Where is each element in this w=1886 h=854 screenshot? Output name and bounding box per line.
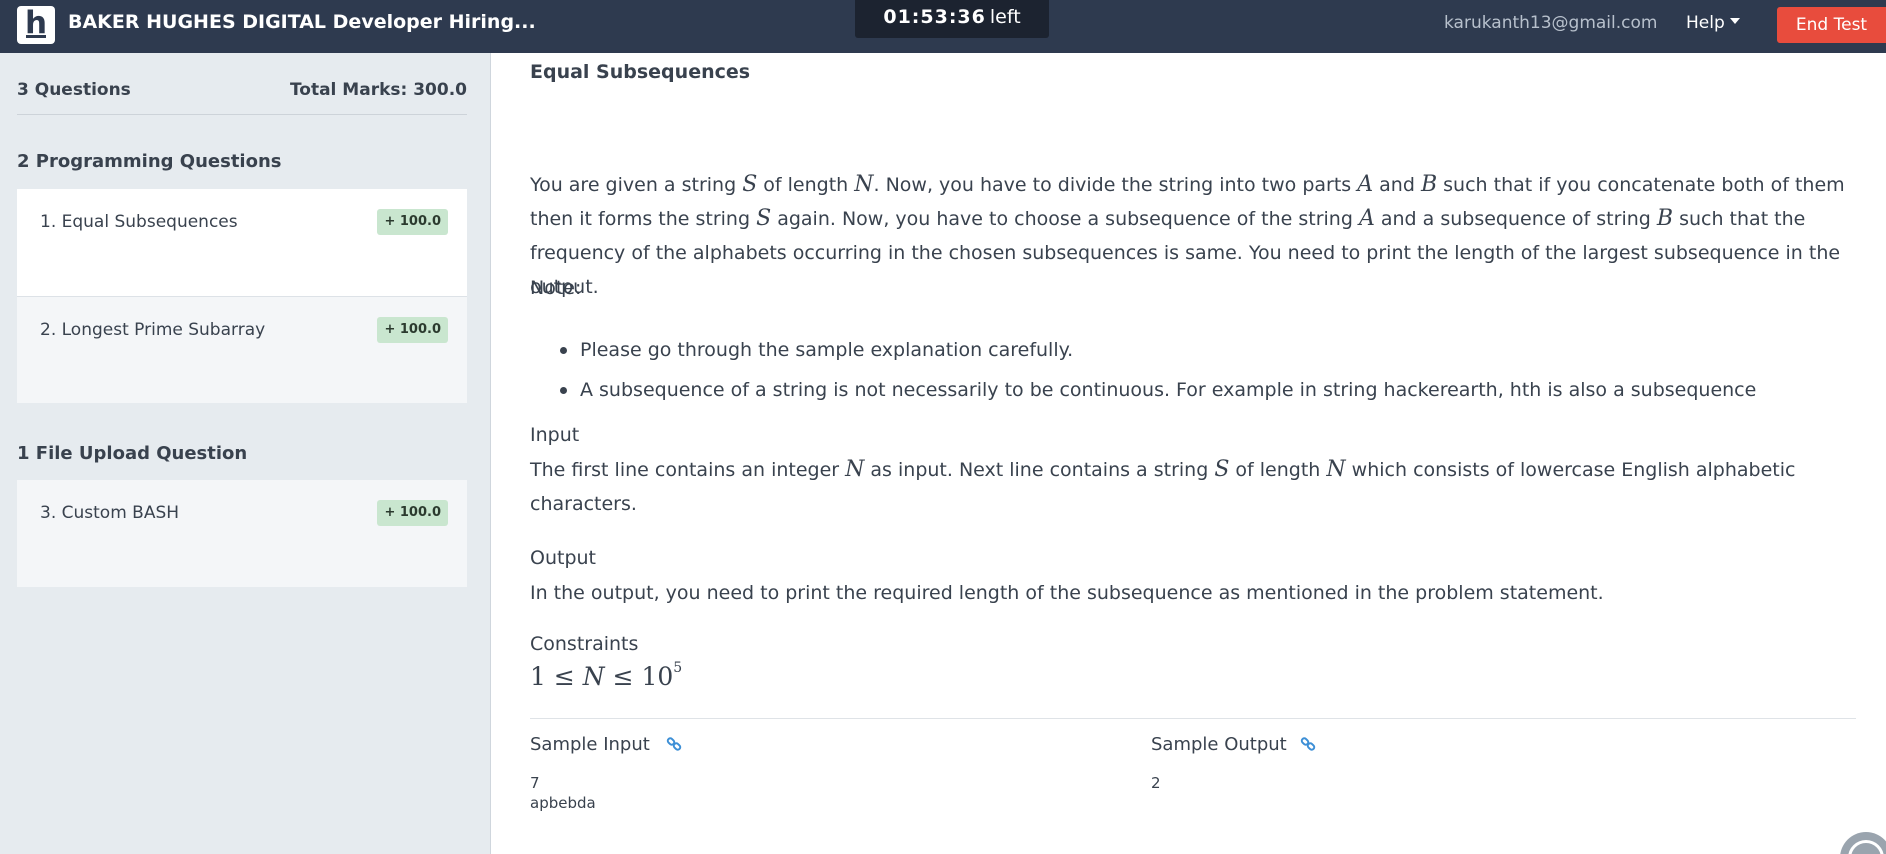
input-description: The first line contains an integer N as … bbox=[530, 457, 1796, 515]
question-count: 3 Questions bbox=[17, 80, 131, 100]
end-test-button[interactable]: End Test bbox=[1777, 7, 1886, 43]
problem-panel: Equal Subsequences You are given a strin… bbox=[492, 53, 1886, 854]
bullet-dot bbox=[560, 387, 567, 394]
chat-ring bbox=[1848, 840, 1884, 854]
list-item: A subsequence of a string is not necessa… bbox=[530, 370, 1850, 410]
problem-title: Equal Subsequences bbox=[530, 61, 751, 83]
list-item: Please go through the sample explanation… bbox=[530, 330, 1850, 370]
note-heading: Note: bbox=[530, 277, 582, 299]
total-marks: Total Marks: 300.0 bbox=[289, 80, 467, 100]
link-icon[interactable] bbox=[665, 735, 683, 753]
sidebar-item-equal-subsequences[interactable]: 1. Equal Subsequences + 100.0 bbox=[17, 189, 467, 296]
marks-badge: + 100.0 bbox=[377, 209, 448, 235]
question-label: 3. Custom BASH bbox=[40, 503, 180, 523]
question-label: 2. Longest Prime Subarray bbox=[40, 320, 266, 340]
question-sidebar: 3 Questions Total Marks: 300.0 2 Program… bbox=[0, 53, 491, 854]
sample-input-label: Sample Input bbox=[530, 734, 650, 755]
sidebar-item-custom-bash[interactable]: 3. Custom BASH + 100.0 bbox=[17, 480, 467, 587]
top-bar: h BAKER HUGHES DIGITAL Developer Hiring.… bbox=[0, 0, 1886, 53]
test-summary: 3 Questions Total Marks: 300.0 bbox=[17, 53, 467, 115]
section-divider bbox=[530, 718, 1856, 719]
section-heading-file-upload: 1 File Upload Question bbox=[17, 443, 248, 464]
output-heading: Output bbox=[530, 547, 596, 569]
sample-output-label: Sample Output bbox=[1151, 734, 1287, 755]
sidebar-item-longest-prime-subarray[interactable]: 2. Longest Prime Subarray + 100.0 bbox=[17, 296, 467, 403]
user-email: karukanth13@gmail.com bbox=[1444, 13, 1658, 33]
link-icon[interactable] bbox=[1299, 735, 1317, 753]
timer-value: 01:53:36 bbox=[883, 6, 986, 28]
test-title: BAKER HUGHES DIGITAL Developer Hiring... bbox=[68, 11, 536, 33]
sample-input-value: 7 apbebda bbox=[530, 774, 596, 812]
chevron-down-icon bbox=[1729, 18, 1740, 24]
constraint-expression: 1 ≤ N ≤ 105 bbox=[530, 659, 683, 691]
note-list: Please go through the sample explanation… bbox=[530, 330, 1850, 410]
problem-statement: You are given a string S of length N. No… bbox=[530, 172, 1845, 298]
help-label: Help bbox=[1686, 13, 1725, 33]
timer-suffix: left bbox=[989, 6, 1021, 28]
constraints-heading: Constraints bbox=[530, 633, 639, 655]
input-heading: Input bbox=[530, 424, 580, 446]
logo-underline bbox=[26, 35, 46, 38]
section-heading-programming: 2 Programming Questions bbox=[17, 151, 282, 172]
hackerearth-logo[interactable]: h bbox=[17, 5, 55, 44]
countdown-timer: 01:53:36 left bbox=[855, 0, 1049, 38]
question-label: 1. Equal Subsequences bbox=[40, 212, 238, 232]
marks-badge: + 100.0 bbox=[377, 317, 448, 343]
marks-badge: + 100.0 bbox=[377, 500, 448, 526]
help-menu[interactable]: Help bbox=[1686, 12, 1740, 34]
sample-output-value: 2 bbox=[1151, 774, 1161, 792]
bullet-dot bbox=[560, 347, 567, 354]
output-description: In the output, you need to print the req… bbox=[530, 582, 1604, 604]
